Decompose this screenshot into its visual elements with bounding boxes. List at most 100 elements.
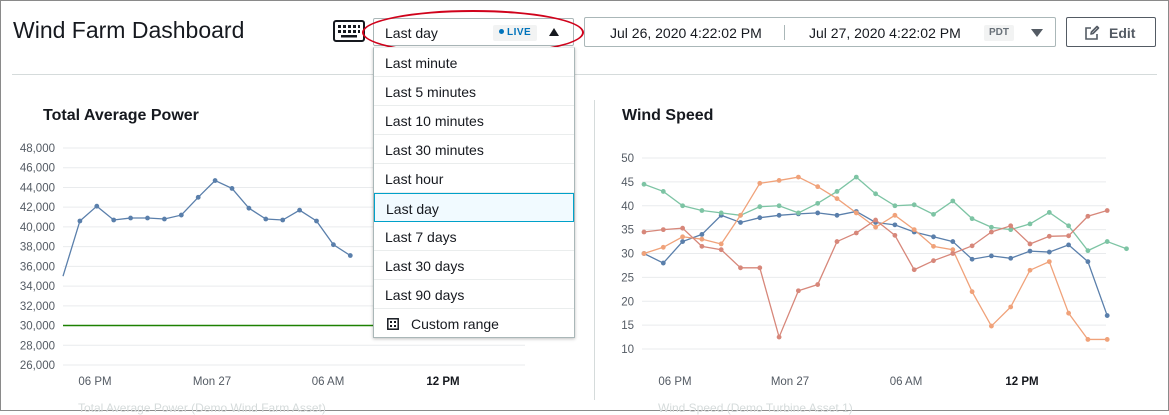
wind-chart: 50 45 40 35 30 25 20 15 10 06 PM Mon 27 06 AM 12 PM (621, 153, 1129, 388)
data-point (738, 212, 743, 218)
data-point (680, 234, 685, 240)
data-point (1008, 304, 1014, 310)
data-point (815, 282, 821, 287)
data-point (641, 181, 647, 187)
data-point (1027, 241, 1033, 247)
data-point (892, 212, 898, 218)
custom-range-label: Custom range (411, 316, 499, 332)
data-point (776, 334, 782, 340)
data-point (1104, 208, 1110, 213)
data-point (641, 229, 647, 235)
series-line (643, 176, 1127, 252)
data-point (989, 224, 994, 230)
data-point (892, 232, 898, 238)
data-point (1124, 246, 1129, 252)
y-tick-label: 10 (621, 344, 634, 356)
data-point (660, 260, 666, 266)
data-point (680, 225, 685, 231)
data-point (969, 243, 975, 249)
data-point (1046, 233, 1052, 239)
dropdown-item-custom-range[interactable]: Custom range (374, 309, 574, 338)
x-tick-label: 06 AM (890, 376, 923, 388)
data-point (757, 204, 763, 210)
data-point (950, 239, 956, 244)
data-point (989, 229, 994, 235)
dropdown-item-last-90-days[interactable]: Last 90 days (374, 280, 574, 309)
data-point (911, 267, 917, 273)
dropdown-item-last-30-minutes[interactable]: Last 30 minutes (374, 135, 574, 164)
dropdown-item-last-10-minutes[interactable]: Last 10 minutes (374, 106, 574, 135)
data-point (1066, 223, 1071, 229)
data-point (1027, 221, 1033, 227)
data-point (853, 210, 859, 216)
data-point (699, 232, 705, 237)
data-point (660, 189, 666, 194)
data-point (1066, 242, 1071, 248)
data-point (738, 265, 743, 271)
data-point (1046, 249, 1052, 255)
data-point (834, 239, 840, 244)
data-point (718, 210, 724, 216)
data-point (989, 323, 994, 329)
data-point (1066, 233, 1071, 239)
data-point (776, 212, 782, 218)
data-point (815, 200, 821, 206)
x-tick-label: 06 PM (658, 376, 691, 388)
data-point (873, 224, 878, 230)
data-point (776, 178, 782, 183)
y-tick-label: 35 (621, 225, 634, 237)
y-tick-label: 15 (621, 320, 634, 332)
x-tick-label: 12 PM (1005, 376, 1038, 388)
data-point (699, 236, 705, 242)
data-point (911, 202, 917, 208)
data-point (718, 241, 724, 247)
data-point (796, 210, 801, 216)
data-point (989, 253, 994, 259)
data-point (969, 216, 975, 222)
data-point (1066, 310, 1071, 316)
y-tick-label: 30 (621, 249, 634, 261)
data-point (1085, 337, 1091, 342)
y-tick-label: 40 (621, 201, 634, 213)
data-point (660, 244, 666, 250)
y-tick-label: 25 (621, 272, 634, 284)
data-point (757, 180, 763, 186)
data-point (1085, 248, 1091, 254)
data-point (931, 258, 936, 264)
dropdown-item-last-hour[interactable]: Last hour (374, 164, 574, 193)
data-point (1085, 259, 1091, 265)
calendar-icon (387, 318, 399, 330)
data-point (815, 184, 821, 190)
data-point (950, 198, 956, 204)
data-point (834, 189, 840, 194)
data-point (738, 220, 743, 225)
dropdown-item-last-5-minutes[interactable]: Last 5 minutes (374, 77, 574, 106)
time-range-dropdown: Last minute Last 5 minutes Last 10 minutes… (373, 47, 575, 338)
data-point (892, 203, 898, 209)
x-tick-label: Mon 27 (771, 376, 809, 388)
data-point (660, 227, 666, 233)
data-point (1008, 223, 1014, 229)
data-point (757, 215, 763, 221)
data-point (699, 243, 705, 249)
data-point (950, 251, 956, 256)
data-point (1085, 213, 1091, 219)
data-point (796, 288, 801, 294)
dropdown-item-last-30-days[interactable]: Last 30 days (374, 251, 574, 280)
data-point (1104, 239, 1110, 244)
dropdown-item-last-7-days[interactable]: Last 7 days (374, 222, 574, 251)
dropdown-item-last-day[interactable]: Last day (374, 193, 574, 222)
y-tick-label: 50 (621, 153, 634, 165)
data-point (680, 239, 685, 244)
data-point (873, 191, 878, 197)
data-point (776, 203, 782, 209)
data-point (1027, 248, 1033, 254)
data-point (931, 234, 936, 240)
data-point (873, 217, 878, 223)
data-point (834, 212, 840, 218)
dropdown-item-last-minute[interactable]: Last minute (374, 48, 574, 77)
data-point (911, 227, 917, 233)
data-point (641, 251, 647, 256)
data-point (969, 289, 975, 295)
data-point (853, 174, 859, 180)
